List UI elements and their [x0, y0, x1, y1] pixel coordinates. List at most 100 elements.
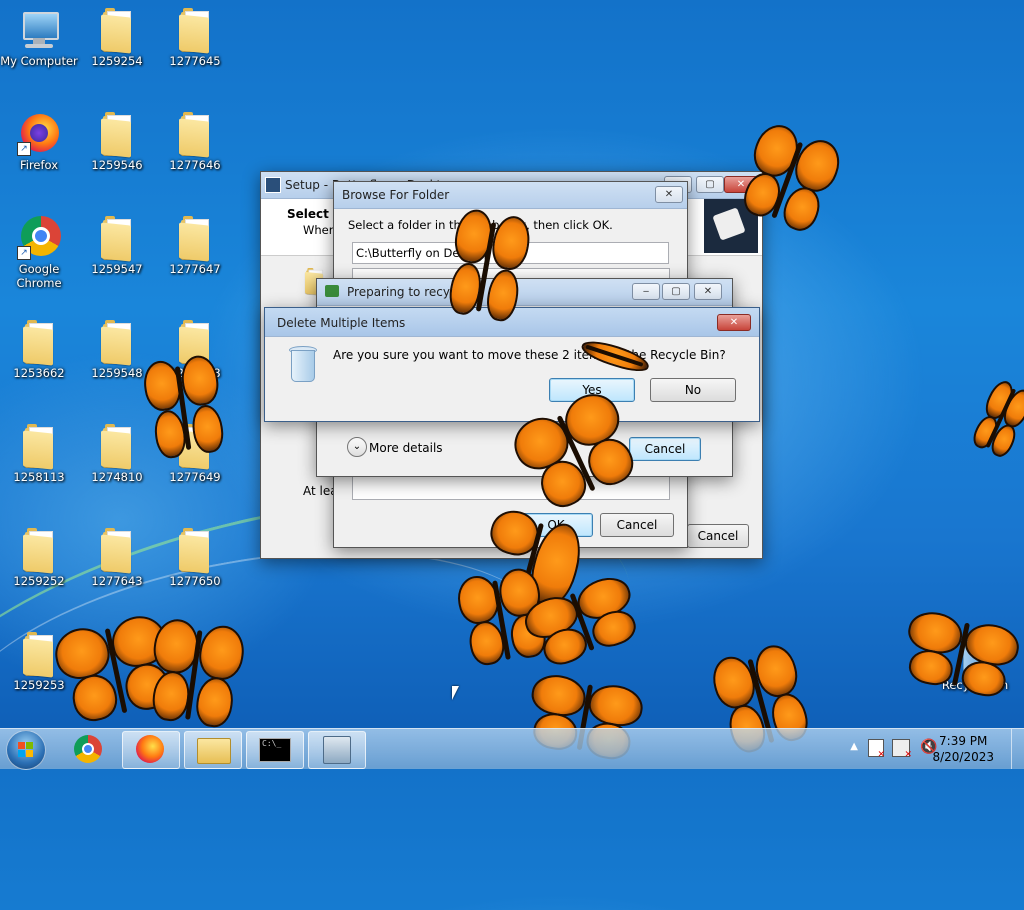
desktop-icon-my-computer[interactable]: My Computer: [0, 8, 78, 68]
desktop-icon-label: 1259546: [91, 158, 143, 172]
clock-time: 7:39 PM: [939, 734, 988, 748]
desktop-icon-google-chrome[interactable]: ↗ Google Chrome: [0, 216, 78, 290]
setup-app-icon: [265, 177, 281, 193]
delete-titlebar[interactable]: Delete Multiple Items ✕: [265, 308, 759, 337]
mouse-cursor-icon: [452, 686, 459, 700]
desktop-icon-label: 1277648: [169, 366, 221, 380]
more-details-toggle[interactable]: More details: [369, 441, 443, 455]
recycle-title: Preparing to recycle: [347, 285, 468, 299]
desktop-icon-label: 1277643: [91, 574, 143, 588]
desktop-icon-folder[interactable]: 1259547: [78, 216, 156, 276]
folder-icon: [179, 528, 211, 574]
computer-icon: [17, 8, 61, 52]
maximize-button[interactable]: ▢: [662, 283, 690, 300]
maximize-button[interactable]: ▢: [696, 176, 724, 193]
recycle-titlebar[interactable]: Preparing to recycle ‒ ▢ ✕: [317, 279, 732, 306]
desktop-icon-label: 1277647: [169, 262, 221, 276]
setup-installer-icon: [323, 736, 351, 764]
folder-icon: [101, 112, 133, 158]
command-prompt-icon: C:\_: [259, 738, 291, 762]
taskbar-chrome[interactable]: [60, 731, 116, 767]
taskbar-command-prompt[interactable]: C:\_: [246, 731, 304, 769]
folder-icon: [179, 424, 211, 470]
taskbar-firefox[interactable]: [122, 731, 180, 769]
folder-icon: [23, 320, 55, 366]
recycle-bin-icon: [953, 632, 997, 676]
setup-logo-icon: [704, 199, 758, 253]
browse-cancel-button[interactable]: Cancel: [600, 513, 674, 537]
firefox-icon: ↗: [17, 112, 61, 156]
setup-cancel-button[interactable]: Cancel: [687, 524, 749, 548]
no-button[interactable]: No: [650, 378, 736, 402]
desktop-icon-folder[interactable]: 1259252: [0, 528, 78, 588]
desktop-icon-label: 1258113: [13, 470, 65, 484]
folder-path-field[interactable]: C:\Butterfly on Desktop: [352, 242, 669, 264]
minimize-button[interactable]: ‒: [632, 283, 660, 300]
recycle-progress-icon: [325, 285, 339, 297]
desktop-icon-folder[interactable]: 1253662: [0, 320, 78, 380]
taskbar-setup[interactable]: [308, 731, 366, 769]
desktop-icon-folder[interactable]: 1277647: [156, 216, 234, 276]
system-clock[interactable]: 7:39 PM 8/20/2023: [932, 733, 994, 765]
desktop-icon-folder[interactable]: 1274810: [78, 424, 156, 484]
desktop-icon-folder[interactable]: 1259548: [78, 320, 156, 380]
network-icon[interactable]: ✕: [892, 739, 912, 760]
taskbar: C:\_ ▲ ✕ ✕ 🔇 7:39 PM 8/20/2023: [0, 728, 1024, 770]
desktop-icon-folder[interactable]: 1258113: [0, 424, 78, 484]
desktop-icon-label: Recycle Bin: [941, 678, 1009, 692]
close-button[interactable]: ✕: [694, 283, 722, 300]
folder-icon: [23, 528, 55, 574]
close-button[interactable]: ✕: [655, 186, 683, 203]
desktop-icon-label: Google Chrome: [16, 262, 62, 290]
desktop-icon-folder[interactable]: 1277650: [156, 528, 234, 588]
desktop-icon-folder[interactable]: 1277643: [78, 528, 156, 588]
folder-icon: [101, 216, 133, 262]
desktop-icon-label: 1277645: [169, 54, 221, 68]
desktop-icon-label: 1259253: [13, 678, 65, 692]
action-center-icon[interactable]: ✕: [868, 739, 885, 760]
desktop-icon-label: 1259252: [13, 574, 65, 588]
desktop-icon-folder[interactable]: 1277648: [156, 320, 234, 380]
close-button[interactable]: ✕: [717, 314, 751, 331]
desktop-icon-label: 1274810: [91, 470, 143, 484]
yes-button[interactable]: Yes: [549, 378, 635, 402]
show-hidden-icons-icon[interactable]: ▲: [850, 741, 858, 752]
folder-icon: [101, 528, 133, 574]
clock-date: 8/20/2023: [932, 750, 994, 764]
chrome-icon: [74, 735, 102, 763]
desktop-icon-folder[interactable]: 1259254: [78, 8, 156, 68]
folder-icon: [23, 632, 55, 678]
desktop-icon-label: My Computer: [0, 54, 78, 68]
delete-title: Delete Multiple Items: [277, 316, 406, 330]
desktop-icon-label: 1277650: [169, 574, 221, 588]
taskbar-file-explorer[interactable]: [184, 731, 242, 769]
desktop-icon-folder[interactable]: 1277649: [156, 424, 234, 484]
desktop-icon-folder[interactable]: 1277645: [156, 8, 234, 68]
butterfly-icon: [966, 377, 1024, 463]
folder-icon: [101, 424, 133, 470]
desktop-icon-folder[interactable]: 1259546: [78, 112, 156, 172]
browse-titlebar[interactable]: Browse For Folder ✕: [334, 182, 687, 209]
close-button[interactable]: ✕: [724, 176, 758, 193]
desktop-icon-folder[interactable]: 1259253: [0, 632, 78, 692]
folder-icon: [179, 8, 211, 54]
folder-icon: [179, 216, 211, 262]
desktop-icon-label: 1259254: [91, 54, 143, 68]
start-orb-icon[interactable]: [6, 730, 46, 770]
desktop-icon-label: Firefox: [19, 158, 59, 172]
recycle-cancel-button[interactable]: Cancel: [629, 437, 701, 461]
show-desktop-button[interactable]: [1011, 729, 1024, 769]
desktop-icon-recycle-bin[interactable]: Recycle Bin: [936, 632, 1014, 692]
file-explorer-icon: [197, 738, 231, 764]
browse-ok-button[interactable]: OK: [519, 513, 593, 537]
desktop-icon-folder[interactable]: 1277646: [156, 112, 234, 172]
chevron-down-icon[interactable]: ⌄: [347, 437, 367, 457]
desktop-icon-label: 1277646: [169, 158, 221, 172]
recycle-bin-icon: [287, 346, 317, 382]
desktop-icon-label: 1277649: [169, 470, 221, 484]
delete-multiple-items-dialog[interactable]: Delete Multiple Items ✕ Are you sure you…: [264, 307, 760, 422]
desktop-icon-label: 1259547: [91, 262, 143, 276]
browse-instruction: Select a folder in the list below, then …: [348, 218, 613, 232]
desktop-icon-firefox[interactable]: ↗ Firefox: [0, 112, 78, 172]
folder-icon: [179, 320, 211, 366]
